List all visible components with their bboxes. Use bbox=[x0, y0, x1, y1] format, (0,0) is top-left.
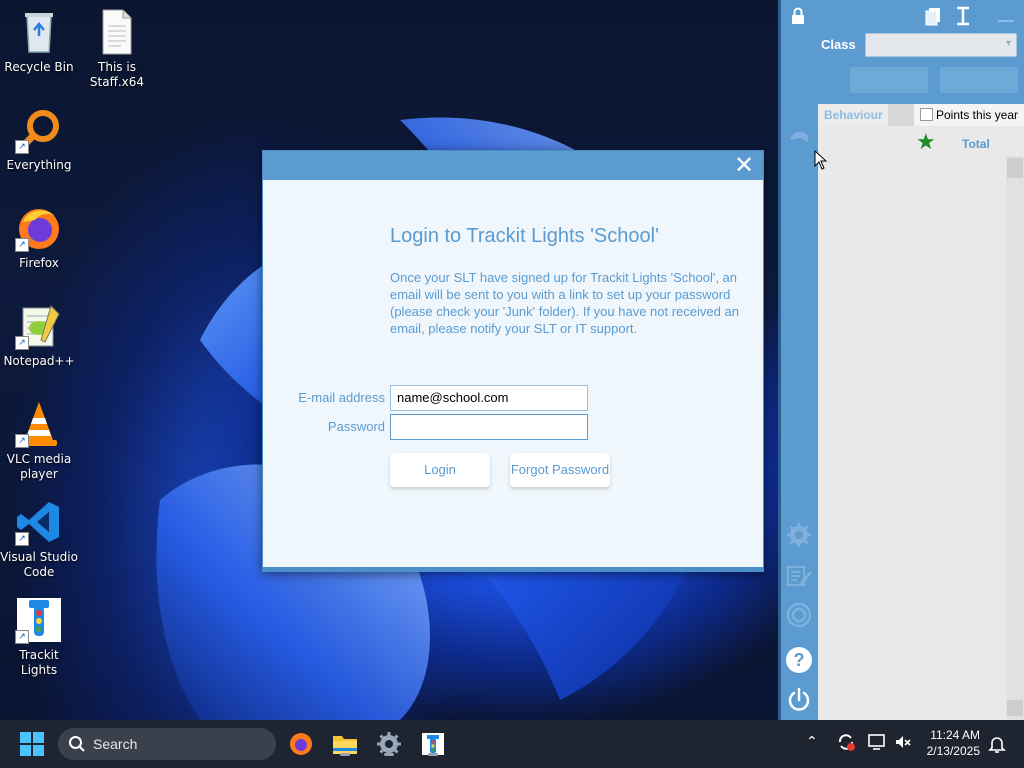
search-placeholder: Search bbox=[93, 736, 138, 752]
display-icon[interactable] bbox=[867, 732, 887, 752]
sync-error-icon[interactable] bbox=[836, 732, 856, 752]
vlc-cone-icon: ↗ bbox=[15, 400, 63, 448]
volume-muted-icon[interactable] bbox=[893, 732, 913, 752]
scrollbar-bottom[interactable] bbox=[1007, 700, 1023, 716]
gear-icon[interactable] bbox=[786, 522, 812, 548]
dialog-bottom-border bbox=[263, 567, 763, 571]
behaviour-tab-label: Behaviour bbox=[824, 108, 883, 122]
desktop-icon-label: Firefox bbox=[19, 256, 59, 270]
points-checkbox[interactable]: Points this year bbox=[914, 104, 1024, 126]
scrollbar[interactable] bbox=[1006, 156, 1024, 720]
class-label: Class bbox=[821, 37, 856, 52]
desktop-icon-trackit-lights[interactable]: ↗ Trackit Lights bbox=[0, 596, 78, 678]
desktop-icon-label: This is Staff.x64 bbox=[89, 60, 145, 89]
text-cursor-icon[interactable] bbox=[954, 6, 972, 26]
traffic-light-icon: ↗ bbox=[15, 596, 63, 644]
desktop-icon-vscode[interactable]: ↗ Visual Studio Code bbox=[0, 498, 78, 580]
login-button[interactable]: Login bbox=[390, 453, 490, 487]
undo-icon[interactable] bbox=[786, 124, 812, 150]
email-field[interactable]: name@school.com bbox=[390, 385, 588, 411]
total-column-header: Total bbox=[962, 137, 990, 151]
edit-list-icon[interactable] bbox=[786, 563, 812, 589]
shortcut-arrow-icon: ↗ bbox=[15, 238, 29, 252]
dialog-titlebar: ✕ bbox=[263, 151, 763, 180]
desktop-icon-vlc[interactable]: ↗ VLC media player bbox=[0, 400, 78, 482]
taskbar-trackit-lights-icon[interactable] bbox=[419, 730, 447, 758]
dialog-title: Login to Trackit Lights 'School' bbox=[390, 225, 659, 247]
power-icon[interactable] bbox=[786, 687, 812, 713]
desktop-icon-label: Visual Studio Code bbox=[0, 550, 78, 579]
shortcut-arrow-icon: ↗ bbox=[15, 532, 29, 546]
dialog-message: Once your SLT have signed up for Trackit… bbox=[390, 270, 739, 336]
taskbar-settings-gear-icon[interactable] bbox=[375, 730, 403, 758]
clock-date: 2/13/2025 bbox=[926, 744, 980, 758]
desktop-icon-everything[interactable]: ↗ Everything bbox=[0, 106, 78, 173]
dialog-body: Login to Trackit Lights 'School' Once yo… bbox=[265, 181, 761, 567]
running-indicator bbox=[340, 753, 350, 756]
behaviour-table: Behaviour Points this year ★ Total bbox=[818, 104, 1024, 720]
search-magnifier-icon: ↗ bbox=[15, 106, 63, 154]
password-label: Password bbox=[327, 419, 385, 434]
shortcut-arrow-icon: ↗ bbox=[15, 630, 29, 644]
firefox-icon: ↗ bbox=[15, 204, 63, 252]
desktop-icon-firefox[interactable]: ↗ Firefox bbox=[0, 204, 78, 271]
clock-time: 11:24 AM bbox=[930, 728, 980, 742]
copy-icon[interactable] bbox=[924, 6, 942, 26]
recycle-bin-icon bbox=[15, 8, 63, 56]
vscode-icon: ↗ bbox=[15, 498, 63, 546]
class-select[interactable]: ▾ bbox=[865, 33, 1017, 57]
desktop-icon-label: Notepad++ bbox=[3, 354, 75, 368]
taskbar-clock[interactable]: 11:24 AM 2/13/2025 bbox=[927, 727, 980, 759]
document-icon bbox=[93, 8, 141, 56]
running-indicator bbox=[384, 753, 394, 756]
desktop-icon-recycle-bin[interactable]: Recycle Bin bbox=[0, 8, 78, 75]
desktop-icon-label: VLC media player bbox=[6, 452, 72, 481]
panel-divider bbox=[778, 0, 781, 720]
shortcut-arrow-icon: ↗ bbox=[15, 140, 29, 154]
password-field[interactable] bbox=[390, 414, 588, 440]
desktop-icon-notepadpp[interactable]: ↗ Notepad++ bbox=[0, 302, 78, 369]
shortcut-arrow-icon: ↗ bbox=[15, 434, 29, 448]
taskbar: Search ⌃ 11:24 AM 2/13/2025 bbox=[0, 720, 1024, 768]
desktop-icon-label: Trackit Lights bbox=[19, 648, 59, 677]
show-hidden-icons-chevron-icon[interactable]: ⌃ bbox=[806, 734, 818, 750]
star-icon: ★ bbox=[916, 130, 936, 155]
behaviour-tab[interactable]: Behaviour bbox=[818, 104, 888, 126]
scrollbar-thumb[interactable] bbox=[1007, 158, 1023, 178]
panel-action-button-1[interactable] bbox=[850, 67, 928, 93]
checkbox-box[interactable] bbox=[920, 108, 933, 121]
chevron-down-icon: ▾ bbox=[1005, 38, 1011, 49]
taskbar-file-explorer-icon[interactable] bbox=[331, 730, 359, 758]
desktop-icon-label: Everything bbox=[6, 158, 72, 172]
minimize-icon[interactable] bbox=[998, 20, 1014, 22]
panel-action-button-2[interactable] bbox=[940, 67, 1018, 93]
help-icon[interactable]: ? bbox=[786, 647, 812, 673]
email-label: E-mail address bbox=[298, 390, 385, 405]
lock-icon[interactable] bbox=[788, 6, 808, 26]
desktop-icon-staff-file[interactable]: This is Staff.x64 bbox=[78, 8, 156, 90]
search-icon bbox=[68, 735, 86, 753]
notepad-plus-plus-icon: ↗ bbox=[15, 302, 63, 350]
trackit-side-panel: Class ▾ Behaviour Points this year ★ Tot… bbox=[778, 0, 1024, 720]
taskbar-firefox-icon[interactable] bbox=[287, 730, 315, 758]
notification-bell-icon[interactable] bbox=[988, 734, 1006, 754]
windows-start-icon[interactable] bbox=[20, 732, 44, 756]
points-checkbox-label: Points this year bbox=[936, 108, 1019, 122]
running-indicator bbox=[428, 753, 438, 756]
target-icon[interactable] bbox=[786, 602, 812, 628]
close-icon[interactable]: ✕ bbox=[731, 153, 757, 179]
shortcut-arrow-icon: ↗ bbox=[15, 336, 29, 350]
desktop-icon-label: Recycle Bin bbox=[4, 60, 74, 74]
mouse-cursor-icon bbox=[814, 149, 828, 170]
taskbar-search-box[interactable]: Search bbox=[58, 728, 276, 760]
login-dialog: ✕ Login to Trackit Lights 'School' Once … bbox=[262, 150, 764, 572]
forgot-password-button[interactable]: Forgot Password bbox=[510, 453, 610, 487]
table-header-gap bbox=[888, 104, 914, 126]
